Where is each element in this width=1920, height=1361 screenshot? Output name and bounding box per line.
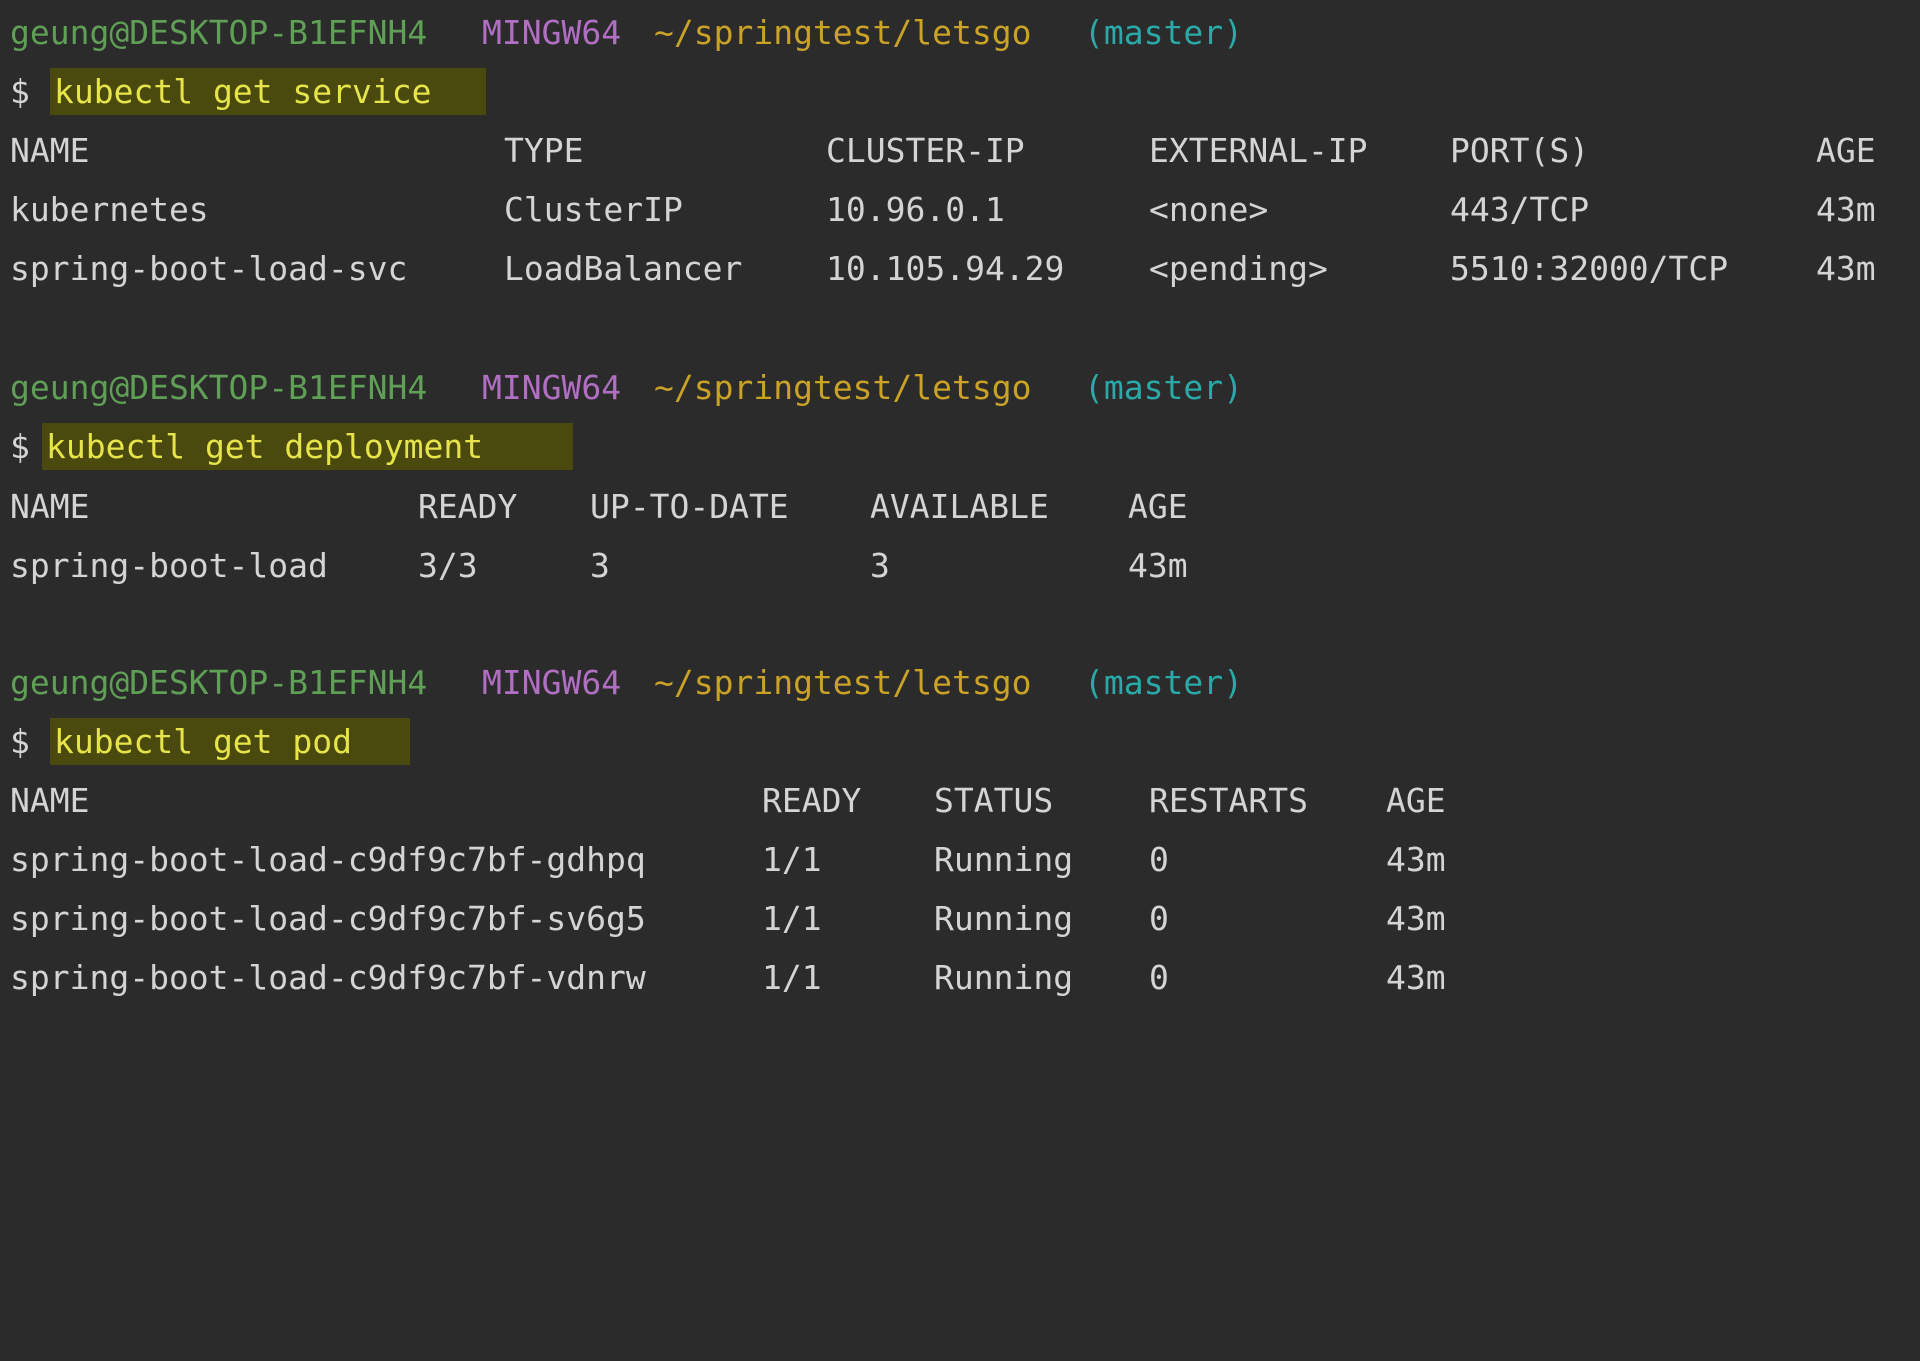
table-row: spring-boot-load 3/3 3 3 43m xyxy=(10,536,1188,595)
command-line: $ kubectl get service xyxy=(10,62,486,121)
table-cell: 10.105.94.29 xyxy=(826,249,1065,288)
command-text: kubectl get pod xyxy=(50,718,410,765)
table-header: NAME READY UP-TO-DATE AVAILABLE AGE xyxy=(10,477,1188,536)
prompt-line: geung@DESKTOP-B1EFNH4 MINGW64 ~/springte… xyxy=(10,653,1243,712)
table-row: spring-boot-load-c9df9c7bf-sv6g5 1/1 Run… xyxy=(10,889,1446,948)
header-cell: UP-TO-DATE xyxy=(590,487,789,526)
table-cell: kubernetes xyxy=(10,190,209,229)
table-cell: 43m xyxy=(1816,249,1876,288)
command-line: $ kubectl get deployment xyxy=(10,417,573,476)
table-cell: 3 xyxy=(590,546,610,585)
prompt-user-host: geung@DESKTOP-B1EFNH4 xyxy=(10,368,428,407)
table-cell: 5510:32000/TCP xyxy=(1450,249,1729,288)
prompt-branch: (master) xyxy=(1084,13,1243,52)
prompt-line: geung@DESKTOP-B1EFNH4 MINGW64 ~/springte… xyxy=(10,358,1243,417)
table-header: NAME TYPE CLUSTER-IP EXTERNAL-IP PORT(S)… xyxy=(10,121,1876,180)
table-cell: ClusterIP xyxy=(504,190,683,229)
header-cell: NAME xyxy=(10,781,90,820)
table-cell: 1/1 xyxy=(762,899,822,938)
table-cell: Running xyxy=(934,840,1074,879)
prompt-branch: (master) xyxy=(1084,663,1243,702)
table-cell: 0 xyxy=(1149,899,1169,938)
header-cell: NAME xyxy=(10,487,90,526)
header-cell: TYPE xyxy=(504,131,584,170)
header-cell: EXTERNAL-IP xyxy=(1149,131,1368,170)
table-cell: Running xyxy=(934,899,1074,938)
table-cell: spring-boot-load-svc xyxy=(10,249,408,288)
table-row: spring-boot-load-c9df9c7bf-vdnrw 1/1 Run… xyxy=(10,948,1446,1007)
table-cell: spring-boot-load-c9df9c7bf-gdhpq xyxy=(10,840,646,879)
prompt-user-host: geung@DESKTOP-B1EFNH4 xyxy=(10,663,428,702)
prompt-env: MINGW64 xyxy=(482,13,622,52)
table-cell: <pending> xyxy=(1149,249,1328,288)
table-cell: <none> xyxy=(1149,190,1269,229)
prompt-symbol: $ xyxy=(10,427,30,466)
table-cell: 1/1 xyxy=(762,958,822,997)
header-cell: AGE xyxy=(1386,781,1446,820)
prompt-env: MINGW64 xyxy=(482,663,622,702)
table-cell: 43m xyxy=(1386,899,1446,938)
header-cell: STATUS xyxy=(934,781,1054,820)
prompt-user-host: geung@DESKTOP-B1EFNH4 xyxy=(10,13,428,52)
prompt-line: geung@DESKTOP-B1EFNH4 MINGW64 ~/springte… xyxy=(10,3,1243,62)
table-cell: 43m xyxy=(1386,840,1446,879)
prompt-path: ~/springtest/letsgo xyxy=(654,368,1032,407)
table-cell: 443/TCP xyxy=(1450,190,1590,229)
header-cell: NAME xyxy=(10,131,90,170)
table-cell: 43m xyxy=(1386,958,1446,997)
prompt-branch: (master) xyxy=(1084,368,1243,407)
table-cell: Running xyxy=(934,958,1074,997)
table-row: kubernetes ClusterIP 10.96.0.1 <none> 44… xyxy=(10,180,1876,239)
command-line: $ kubectl get pod xyxy=(10,712,410,771)
table-cell: 3 xyxy=(870,546,890,585)
prompt-symbol: $ xyxy=(10,72,30,111)
prompt-env: MINGW64 xyxy=(482,368,622,407)
header-cell: READY xyxy=(418,487,518,526)
table-row: spring-boot-load-c9df9c7bf-gdhpq 1/1 Run… xyxy=(10,830,1446,889)
table-cell: spring-boot-load-c9df9c7bf-vdnrw xyxy=(10,958,646,997)
command-text: kubectl get deployment xyxy=(42,423,573,470)
command-text: kubectl get service xyxy=(50,68,486,115)
header-cell: RESTARTS xyxy=(1149,781,1308,820)
header-cell: READY xyxy=(762,781,862,820)
prompt-path: ~/springtest/letsgo xyxy=(654,663,1032,702)
header-cell: AVAILABLE xyxy=(870,487,1049,526)
table-cell: 43m xyxy=(1816,190,1876,229)
table-row: spring-boot-load-svc LoadBalancer 10.105… xyxy=(10,239,1876,298)
terminal-window[interactable]: geung@DESKTOP-B1EFNH4 MINGW64 ~/springte… xyxy=(10,0,1910,1016)
table-cell: 0 xyxy=(1149,958,1169,997)
header-cell: CLUSTER-IP xyxy=(826,131,1025,170)
header-cell: AGE xyxy=(1128,487,1188,526)
table-cell: spring-boot-load xyxy=(10,546,328,585)
prompt-symbol: $ xyxy=(10,722,30,761)
table-header: NAME READY STATUS RESTARTS AGE xyxy=(10,771,1446,830)
header-cell: PORT(S) xyxy=(1450,131,1590,170)
table-cell: spring-boot-load-c9df9c7bf-sv6g5 xyxy=(10,899,646,938)
table-cell: LoadBalancer xyxy=(504,249,743,288)
prompt-path: ~/springtest/letsgo xyxy=(654,13,1032,52)
header-cell: AGE xyxy=(1816,131,1876,170)
table-cell: 10.96.0.1 xyxy=(826,190,1005,229)
table-cell: 0 xyxy=(1149,840,1169,879)
table-cell: 1/1 xyxy=(762,840,822,879)
table-cell: 3/3 xyxy=(418,546,478,585)
table-cell: 43m xyxy=(1128,546,1188,585)
